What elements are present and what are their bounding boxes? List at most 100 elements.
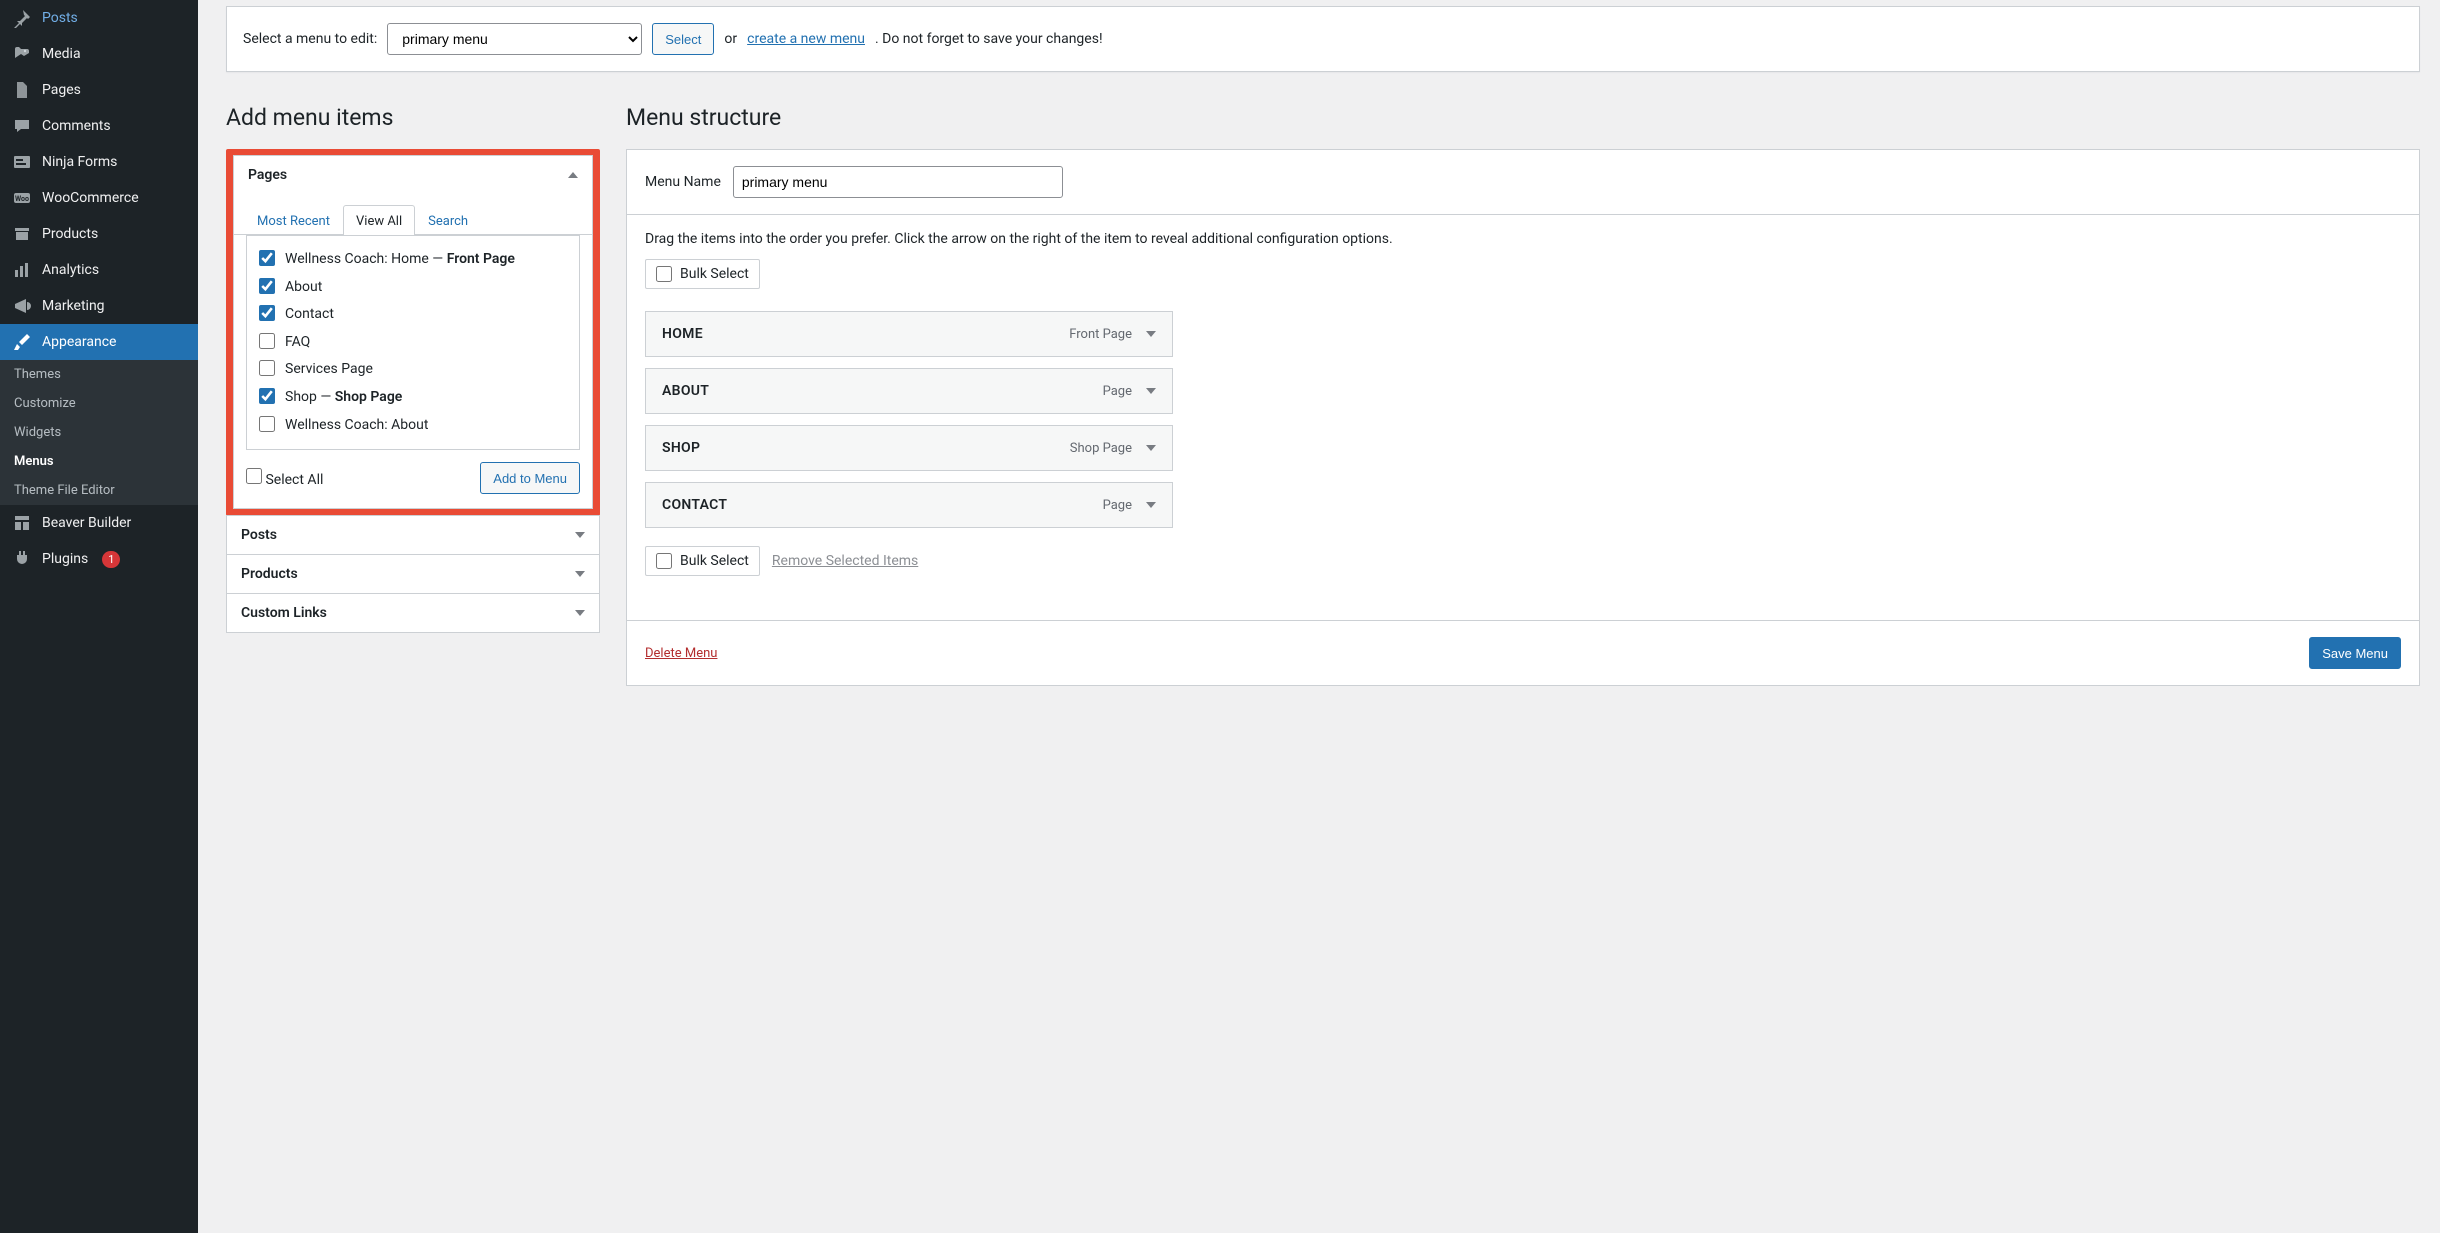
chevron-down-icon[interactable] [1146,502,1156,508]
accordion-title: Custom Links [241,605,327,621]
menu-item-type: Page [1103,384,1132,399]
brush-icon [12,332,32,352]
plugin-icon [12,549,32,569]
submenu-theme-file-editor[interactable]: Theme File Editor [0,476,198,505]
sidebar-item-plugins[interactable]: Plugins 1 [0,541,198,577]
page-list-item[interactable]: Contact [259,301,567,329]
page-list-item[interactable]: Wellness Coach: About [259,412,567,440]
select-all-label: Select All [265,472,323,488]
page-checkbox[interactable] [259,416,275,432]
page-icon [12,80,32,100]
menu-item-type: Front Page [1069,327,1132,342]
accordion-custom-links-header[interactable]: Custom Links [227,594,599,632]
tab-most-recent[interactable]: Most Recent [244,205,343,235]
media-icon [12,44,32,64]
sidebar-item-marketing[interactable]: Marketing [0,288,198,324]
delete-menu-link[interactable]: Delete Menu [645,646,717,661]
or-text: or [724,31,737,47]
sidebar-item-appearance[interactable]: Appearance [0,324,198,360]
sidebar-item-label: Comments [42,118,111,134]
chevron-down-icon [575,610,585,616]
create-new-menu-link[interactable]: create a new menu [747,31,865,47]
page-list-item[interactable]: Wellness Coach: Home — Front Page [259,246,567,274]
select-menu-prompt: Select a menu to edit: [243,31,377,47]
sidebar-item-analytics[interactable]: Analytics [0,252,198,288]
accordion-title: Posts [241,527,277,543]
accordion-title: Products [241,566,298,582]
pin-icon [12,8,32,28]
page-checkbox[interactable] [259,388,275,404]
menu-select-dropdown[interactable]: primary menu [387,23,642,55]
menu-item-title: SHOP [662,440,700,456]
accordion-pages-header[interactable]: Pages [234,156,592,194]
menu-name-input[interactable] [733,166,1063,198]
woo-icon: Woo [12,188,32,208]
sidebar-item-label: Products [42,226,98,242]
menu-item-row[interactable]: SHOPShop Page [645,425,1173,471]
sidebar-item-label: Marketing [42,298,105,314]
chevron-up-icon [568,172,578,178]
select-all-checkbox[interactable] [246,468,262,484]
menu-item-row[interactable]: HOMEFront Page [645,311,1173,357]
submenu-widgets[interactable]: Widgets [0,418,198,447]
select-all-row: Select All [246,468,323,488]
page-checkbox[interactable] [259,250,275,266]
page-checkbox[interactable] [259,305,275,321]
page-list-item[interactable]: About [259,274,567,302]
bulk-select-top: Bulk Select [645,259,760,289]
sidebar-item-products[interactable]: Products [0,216,198,252]
sidebar-item-ninja-forms[interactable]: Ninja Forms [0,144,198,180]
page-list-item[interactable]: Services Page [259,356,567,384]
pages-tabs: Most Recent View All Search [234,204,592,235]
page-item-label: Wellness Coach: About [285,416,567,436]
chevron-down-icon [575,571,585,577]
bulk-select-checkbox[interactable] [656,266,672,282]
menu-name-label: Menu Name [645,174,721,190]
submenu-menus[interactable]: Menus [0,447,198,476]
bulk-select-checkbox[interactable] [656,553,672,569]
sidebar-item-pages[interactable]: Pages [0,72,198,108]
sidebar-item-comments[interactable]: Comments [0,108,198,144]
sidebar-item-woocommerce[interactable]: Woo WooCommerce [0,180,198,216]
page-item-label: Wellness Coach: Home — Front Page [285,250,567,270]
page-checkbox[interactable] [259,360,275,376]
accordion-products-header[interactable]: Products [227,555,599,593]
menu-item-type: Page [1103,498,1132,513]
chart-icon [12,260,32,280]
megaphone-icon [12,296,32,316]
menu-item-title: ABOUT [662,383,709,399]
page-list-item[interactable]: Shop — Shop Page [259,384,567,412]
save-menu-button[interactable]: Save Menu [2309,637,2401,669]
menu-structure-panel: Menu Name Drag the items into the order … [626,149,2420,686]
page-item-label: Contact [285,305,567,325]
sidebar-item-label: Analytics [42,262,99,278]
sidebar-item-label: Appearance [42,334,116,350]
bulk-select-label: Bulk Select [680,553,749,569]
menu-item-row[interactable]: CONTACTPage [645,482,1173,528]
sidebar-item-media[interactable]: Media [0,36,198,72]
page-list-item[interactable]: FAQ [259,329,567,357]
sidebar-item-label: Beaver Builder [42,515,131,531]
page-checkbox[interactable] [259,278,275,294]
pages-accordion-highlight: Pages Most Recent View All Search Wellne… [226,149,600,516]
sidebar-item-label: Posts [42,10,78,26]
add-to-menu-button[interactable]: Add to Menu [480,462,580,494]
remove-selected-link[interactable]: Remove Selected Items [772,553,918,569]
form-icon [12,152,32,172]
sidebar-item-posts[interactable]: Posts [0,0,198,36]
comment-icon [12,116,32,136]
submenu-themes[interactable]: Themes [0,360,198,389]
sidebar-item-beaver-builder[interactable]: Beaver Builder [0,505,198,541]
accordion-posts-header[interactable]: Posts [227,516,599,554]
tab-search[interactable]: Search [415,205,481,235]
select-menu-button[interactable]: Select [652,23,714,55]
tab-view-all[interactable]: View All [343,205,415,235]
chevron-down-icon[interactable] [1146,388,1156,394]
submenu-customize[interactable]: Customize [0,389,198,418]
pages-checklist: Wellness Coach: Home — Front Page About Co… [246,235,580,450]
sidebar-item-label: WooCommerce [42,190,139,206]
page-checkbox[interactable] [259,333,275,349]
chevron-down-icon[interactable] [1146,331,1156,337]
chevron-down-icon[interactable] [1146,445,1156,451]
menu-item-row[interactable]: ABOUT Page [645,368,1173,414]
